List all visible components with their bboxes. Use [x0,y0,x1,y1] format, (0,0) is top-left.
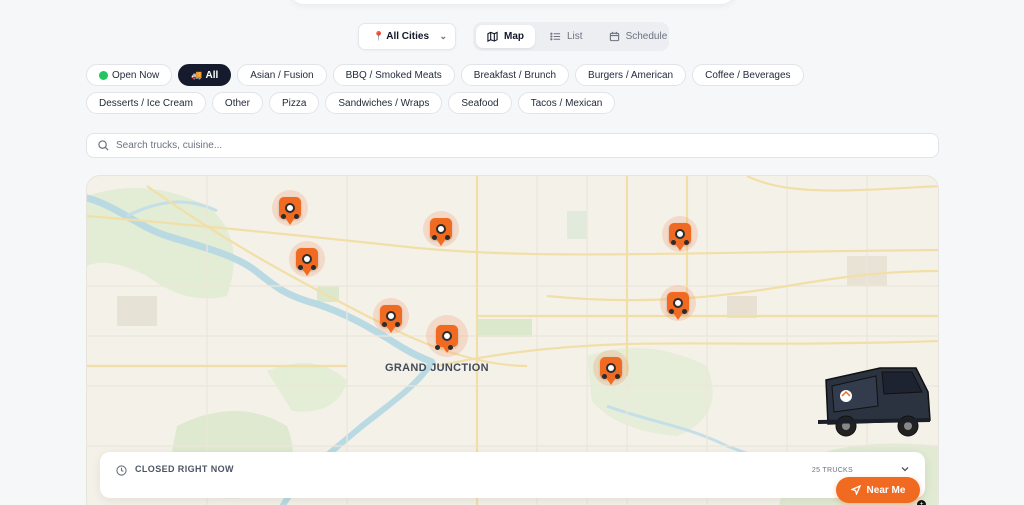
truck-marker[interactable] [423,211,459,247]
filter-burgers[interactable]: Burgers / American [575,64,687,86]
filter-coffee[interactable]: Coffee / Beverages [692,64,804,86]
top-header-edge [290,0,735,4]
food-truck-icon [436,325,458,353]
filter-other[interactable]: Other [211,92,263,114]
chevron-down-icon[interactable] [900,464,910,474]
near-me-label: Near Me [866,484,906,496]
search-icon [98,140,109,151]
map-city-label: GRAND JUNCTION [385,362,489,374]
filter-label: Desserts / Ice Cream [99,97,193,109]
filter-asian-fusion[interactable]: Asian / Fusion [237,64,327,86]
search-bar [86,133,939,158]
wheels [298,265,316,270]
calendar-icon [609,31,619,42]
wheels [382,322,400,327]
navigation-arrow-icon [850,485,861,495]
view-tab-schedule[interactable]: Schedule [598,25,679,48]
filter-label: Coffee / Beverages [705,69,791,81]
status-title: CLOSED RIGHT NOW [135,464,234,474]
city-select[interactable]: 📍 All Cities ⌄ [358,23,456,50]
truck-marker[interactable] [289,241,325,277]
filter-pizza[interactable]: Pizza [268,92,320,114]
wheels [602,374,620,379]
category-filters: Open Now 🚚 All Asian / Fusion BBQ / Smoke… [86,64,946,120]
wheels [435,345,453,350]
view-tab-schedule-label: Schedule [625,31,668,42]
chevron-down-icon: ⌄ [439,31,447,41]
view-tab-map-label: Map [504,31,524,42]
plus-icon[interactable]: + [917,500,926,505]
view-tab-list-label: List [567,31,583,42]
wheels [432,235,450,240]
filter-breakfast[interactable]: Breakfast / Brunch [460,64,570,86]
truck-marker[interactable] [373,298,409,334]
filter-label: Sandwiches / Wraps [338,97,430,109]
truck-count: 25 TRUCKS [811,467,853,474]
filter-label: Pizza [281,97,307,109]
filter-label: Open Now [112,69,160,81]
search-input[interactable] [116,140,816,151]
view-toggle: Map List Schedule [473,22,669,51]
filter-all[interactable]: 🚚 All [178,64,232,86]
filter-label: Asian / Fusion [250,69,314,81]
filter-desserts[interactable]: Desserts / Ice Cream [86,92,206,114]
filter-label: Breakfast / Brunch [473,69,557,81]
filter-label: BBQ / Smoked Meats [345,69,442,81]
filter-row-2: Desserts / Ice Cream Other Pizza Sandwic… [86,92,946,114]
map-pin-icon: 📍 [373,31,385,41]
filter-label: Other [224,97,250,109]
filter-open-now[interactable]: Open Now [86,64,173,86]
filter-label: Tacos / Mexican [530,97,603,109]
near-me-button[interactable]: Near Me [836,477,920,503]
filter-sandwiches[interactable]: Sandwiches / Wraps [325,92,443,114]
filter-seafood[interactable]: Seafood [448,92,512,114]
city-select-value: All Cities [386,31,430,42]
list-icon [550,32,561,41]
truck-marker[interactable] [662,216,698,252]
map-icon [487,31,498,42]
clock-icon [116,465,127,476]
wheels [671,240,689,245]
filter-label: All [205,69,219,81]
filter-label: Burgers / American [588,69,674,81]
status-panel[interactable]: CLOSED RIGHT NOW 25 TRUCKS [100,452,925,498]
truck-emoji-icon: 🚚 [191,69,203,80]
wheels [669,309,687,314]
filter-row-1: Open Now 🚚 All Asian / Fusion BBQ / Smoke… [86,64,946,86]
view-tab-list[interactable]: List [539,25,594,48]
view-tab-map[interactable]: Map [476,25,535,48]
filter-label: Seafood [461,97,499,109]
truck-marker[interactable] [272,190,308,226]
filter-tacos[interactable]: Tacos / Mexican [517,92,616,114]
truck-marker-cluster[interactable] [426,315,468,357]
filter-bbq[interactable]: BBQ / Smoked Meats [332,64,455,86]
green-dot-icon [99,70,108,80]
food-truck-illustration [818,367,931,437]
truck-marker[interactable] [593,350,629,386]
wheels [281,214,299,219]
truck-marker[interactable] [660,285,696,321]
